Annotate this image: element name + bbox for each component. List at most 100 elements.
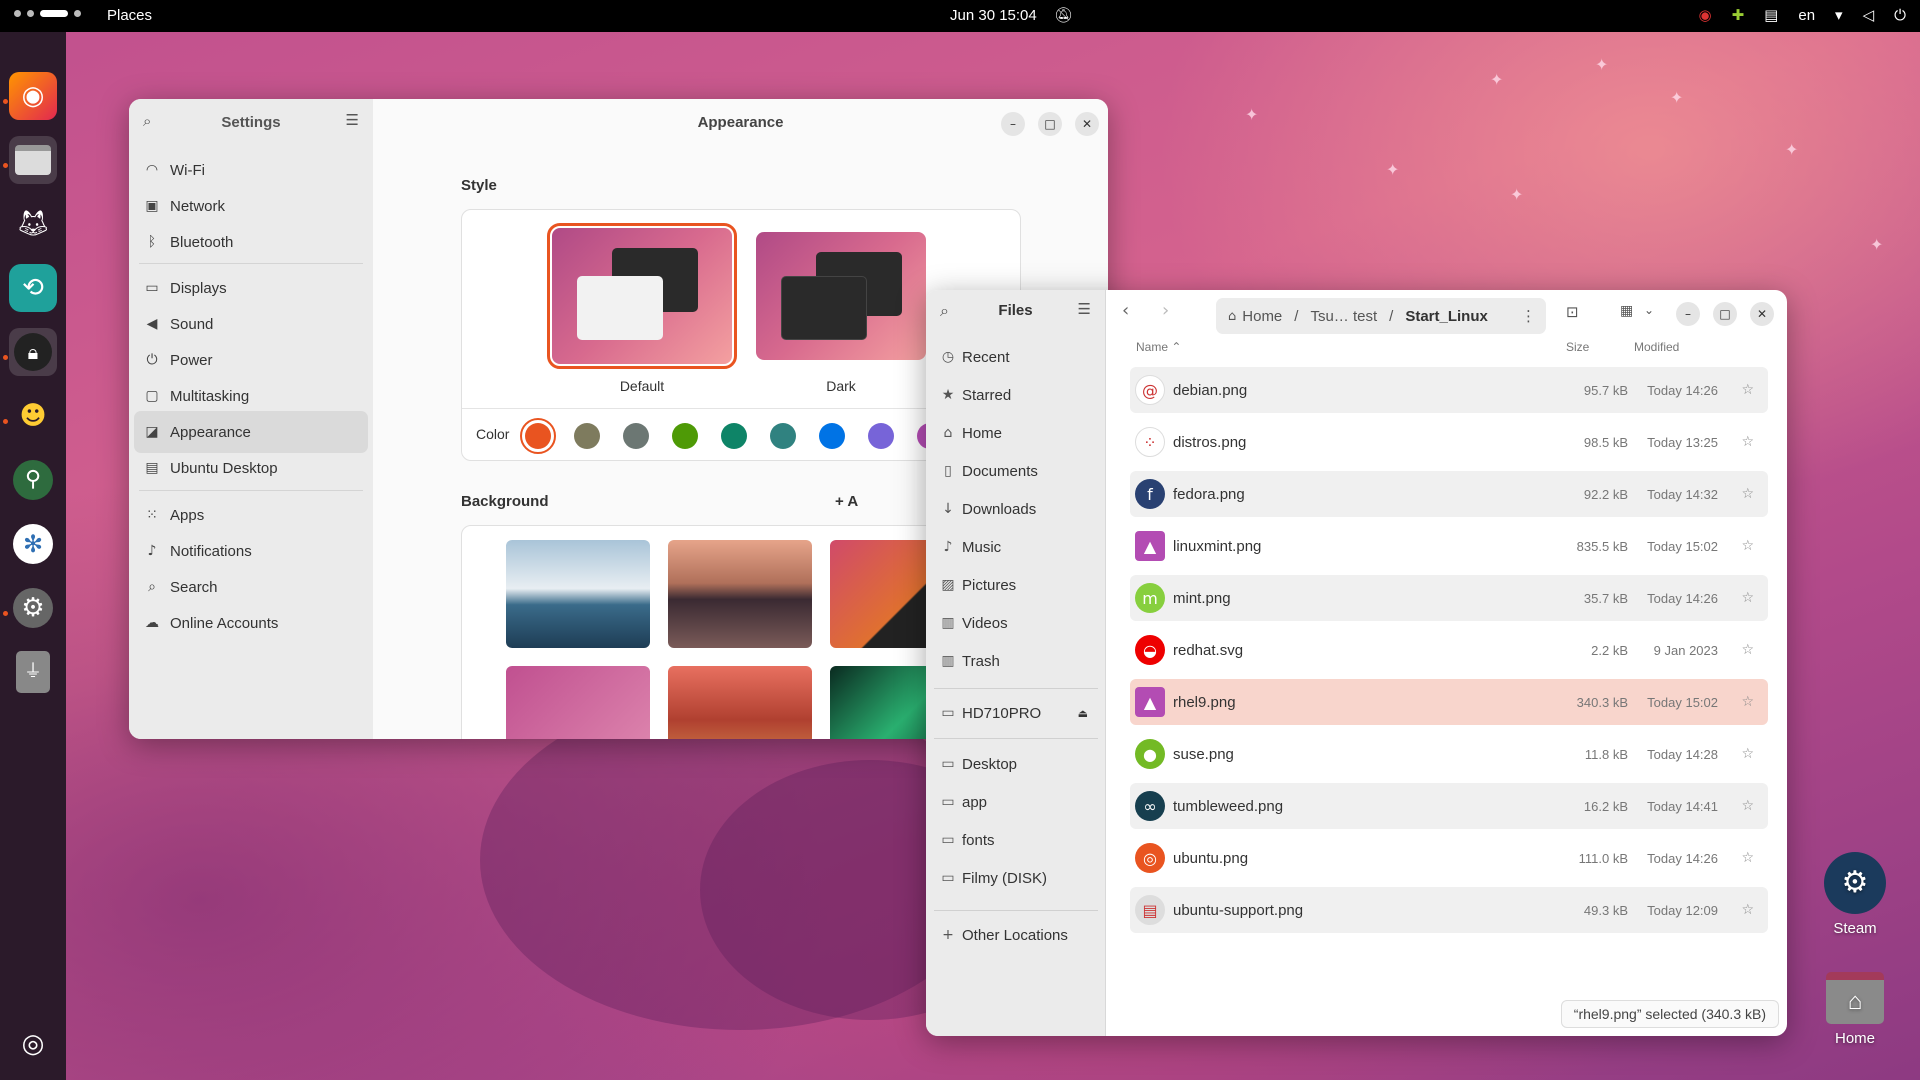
file-row[interactable]: @ debian.png 95.7 kB Today 14:26 ☆ bbox=[1130, 367, 1768, 413]
app-indicator-icon[interactable]: ◉ bbox=[1699, 6, 1712, 24]
close-button[interactable]: ✕ bbox=[1750, 302, 1774, 326]
accent-color-swatch[interactable] bbox=[721, 423, 747, 449]
grid-view-icon[interactable]: ▦ bbox=[1620, 303, 1633, 319]
breadcrumb-current[interactable]: Start_Linux bbox=[1405, 308, 1488, 325]
files-icon[interactable] bbox=[9, 136, 57, 184]
accent-color-swatch[interactable] bbox=[574, 423, 600, 449]
chevron-down-icon[interactable]: ⌄ bbox=[1644, 303, 1654, 317]
accent-color-swatch[interactable] bbox=[672, 423, 698, 449]
home-desktop-icon[interactable]: ⌂ Home bbox=[1810, 972, 1900, 1047]
vscode-icon[interactable]: ✻ bbox=[9, 520, 57, 568]
star-icon[interactable]: ☆ bbox=[1741, 642, 1754, 658]
clock[interactable]: Jun 30 15:04 bbox=[950, 7, 1037, 24]
star-icon[interactable]: ☆ bbox=[1741, 694, 1754, 710]
menu-icon[interactable]: ☰ bbox=[346, 111, 359, 129]
close-button[interactable]: ✕ bbox=[1075, 112, 1099, 136]
android-icon[interactable]: ✚ bbox=[1732, 6, 1745, 24]
bookmark-item[interactable]: ▭ fonts bbox=[934, 823, 1098, 857]
file-row[interactable]: ◒ redhat.svg 2.2 kB 9 Jan 2023 ☆ bbox=[1130, 627, 1768, 673]
back-button[interactable]: ‹ bbox=[1122, 300, 1129, 321]
add-picture-button[interactable]: + A bbox=[835, 493, 858, 510]
style-default-option[interactable] bbox=[547, 223, 737, 369]
gimp-icon[interactable]: 🦊︎ bbox=[9, 200, 57, 248]
wallpaper-thumbnail[interactable] bbox=[668, 540, 812, 648]
volume-icon[interactable]: ◁ bbox=[1863, 6, 1875, 24]
system-tray[interactable]: ◉ ✚ ▤ en ▾ ◁ ⏻ bbox=[1699, 6, 1907, 25]
wallpaper-thumbnail[interactable] bbox=[506, 540, 650, 648]
language-indicator[interactable]: en bbox=[1798, 7, 1815, 24]
file-row[interactable]: ∞ tumbleweed.png 16.2 kB Today 14:41 ☆ bbox=[1130, 783, 1768, 829]
accent-color-swatch[interactable] bbox=[520, 418, 556, 454]
bookmark-item[interactable]: ▭ app bbox=[934, 785, 1098, 819]
breadcrumb-middle[interactable]: Tsu… test bbox=[1310, 308, 1377, 325]
star-icon[interactable]: ☆ bbox=[1741, 746, 1754, 762]
accent-color-swatch[interactable] bbox=[819, 423, 845, 449]
other-locations[interactable]: + Other Locations bbox=[934, 918, 1098, 952]
column-modified[interactable]: Modified bbox=[1634, 340, 1679, 354]
sidebar-item-downloads[interactable]: ↓ Downloads bbox=[934, 492, 1098, 526]
sidebar-item-ubuntu-desktop[interactable]: ▤ Ubuntu Desktop bbox=[134, 447, 368, 489]
file-row[interactable]: f fedora.png 92.2 kB Today 14:32 ☆ bbox=[1130, 471, 1768, 517]
sidebar-item-music[interactable]: ♪ Music bbox=[934, 530, 1098, 564]
maximize-button[interactable]: □ bbox=[1038, 112, 1062, 136]
minimize-button[interactable]: – bbox=[1676, 302, 1700, 326]
sidebar-item-bluetooth[interactable]: ᛒ Bluetooth bbox=[134, 221, 368, 263]
inkscape-icon[interactable]: ⚲ bbox=[9, 456, 57, 504]
lock-app-icon[interactable]: 🔒︎ bbox=[9, 328, 57, 376]
file-row[interactable]: ▲ rhel9.png 340.3 kB Today 15:02 ☆ bbox=[1130, 679, 1768, 725]
steam-desktop-icon[interactable]: ⚙ Steam bbox=[1810, 852, 1900, 937]
sidebar-item-recent[interactable]: ◷ Recent bbox=[934, 340, 1098, 374]
sidebar-item-starred[interactable]: ★ Starred bbox=[934, 378, 1098, 412]
breadcrumb-home[interactable]: Home bbox=[1242, 308, 1282, 325]
bookmark-item[interactable]: ▭ Filmy (DISK) bbox=[934, 861, 1098, 895]
clipboard-icon[interactable]: ▤ bbox=[1764, 6, 1778, 24]
star-icon[interactable]: ☆ bbox=[1741, 798, 1754, 814]
file-row[interactable]: ⁘ distros.png 98.5 kB Today 13:25 ☆ bbox=[1130, 419, 1768, 465]
wifi-status-icon[interactable]: ▾ bbox=[1835, 6, 1843, 24]
figure-app-icon[interactable]: ☻ bbox=[9, 392, 57, 440]
star-icon[interactable]: ☆ bbox=[1741, 486, 1754, 502]
sidebar-item-online-accounts[interactable]: ☁ Online Accounts bbox=[134, 602, 368, 644]
sidebar-item-documents[interactable]: ▯ Documents bbox=[934, 454, 1098, 488]
workspace-indicator[interactable] bbox=[14, 10, 81, 17]
file-row[interactable]: m mint.png 35.7 kB Today 14:26 ☆ bbox=[1130, 575, 1768, 621]
style-dark-option[interactable] bbox=[756, 232, 926, 360]
menu-icon[interactable]: ☰ bbox=[1078, 300, 1091, 318]
accent-color-swatch[interactable] bbox=[623, 423, 649, 449]
file-row[interactable]: ◎ ubuntu.png 111.0 kB Today 14:26 ☆ bbox=[1130, 835, 1768, 881]
star-icon[interactable]: ☆ bbox=[1741, 434, 1754, 450]
sidebar-item-videos[interactable]: ▥ Videos bbox=[934, 606, 1098, 640]
sidebar-item-pictures[interactable]: ▨ Pictures bbox=[934, 568, 1098, 602]
search-files-icon[interactable]: ⊡ bbox=[1566, 303, 1579, 321]
sidebar-item-device[interactable]: ▭ HD710PRO ⏏ bbox=[934, 696, 1098, 730]
star-icon[interactable]: ☆ bbox=[1741, 382, 1754, 398]
column-size[interactable]: Size bbox=[1566, 340, 1589, 354]
sidebar-item-home[interactable]: ⌂ Home bbox=[934, 416, 1098, 450]
activity-title[interactable]: Places bbox=[107, 7, 152, 24]
maximize-button[interactable]: □ bbox=[1713, 302, 1737, 326]
accent-color-swatch[interactable] bbox=[868, 423, 894, 449]
accent-color-swatch[interactable] bbox=[770, 423, 796, 449]
file-row[interactable]: ▤ ubuntu-support.png 49.3 kB Today 12:09 ☆ bbox=[1130, 887, 1768, 933]
column-name[interactable]: Name ⌃ bbox=[1136, 340, 1181, 354]
ubuntu-logo-icon[interactable]: ◎ bbox=[9, 1020, 57, 1068]
power-icon[interactable]: ⏻ bbox=[1894, 7, 1906, 24]
forward-button[interactable]: › bbox=[1162, 300, 1169, 321]
star-icon[interactable]: ☆ bbox=[1741, 902, 1754, 918]
wallpaper-thumbnail[interactable] bbox=[668, 666, 812, 739]
settings-icon[interactable]: ⚙ bbox=[9, 584, 57, 632]
firefox-icon[interactable]: ◉ bbox=[9, 72, 57, 120]
file-row[interactable]: ▲ linuxmint.png 835.5 kB Today 15:02 ☆ bbox=[1130, 523, 1768, 569]
sidebar-item-trash[interactable]: ▥ Trash bbox=[934, 644, 1098, 678]
bookmark-item[interactable]: ▭ Desktop bbox=[934, 747, 1098, 781]
usb-icon[interactable]: ⏚ bbox=[9, 648, 57, 696]
minimize-button[interactable]: – bbox=[1001, 112, 1025, 136]
star-icon[interactable]: ☆ bbox=[1741, 590, 1754, 606]
star-icon[interactable]: ☆ bbox=[1741, 850, 1754, 866]
file-row[interactable]: ● suse.png 11.8 kB Today 14:28 ☆ bbox=[1130, 731, 1768, 777]
star-icon[interactable]: ☆ bbox=[1741, 538, 1754, 554]
eject-icon[interactable]: ⏏ bbox=[1078, 707, 1088, 720]
wallpaper-thumbnail[interactable] bbox=[506, 666, 650, 739]
path-menu-icon[interactable]: ⋮ bbox=[1521, 307, 1536, 325]
app-green-icon[interactable]: ⟲ bbox=[9, 264, 57, 312]
